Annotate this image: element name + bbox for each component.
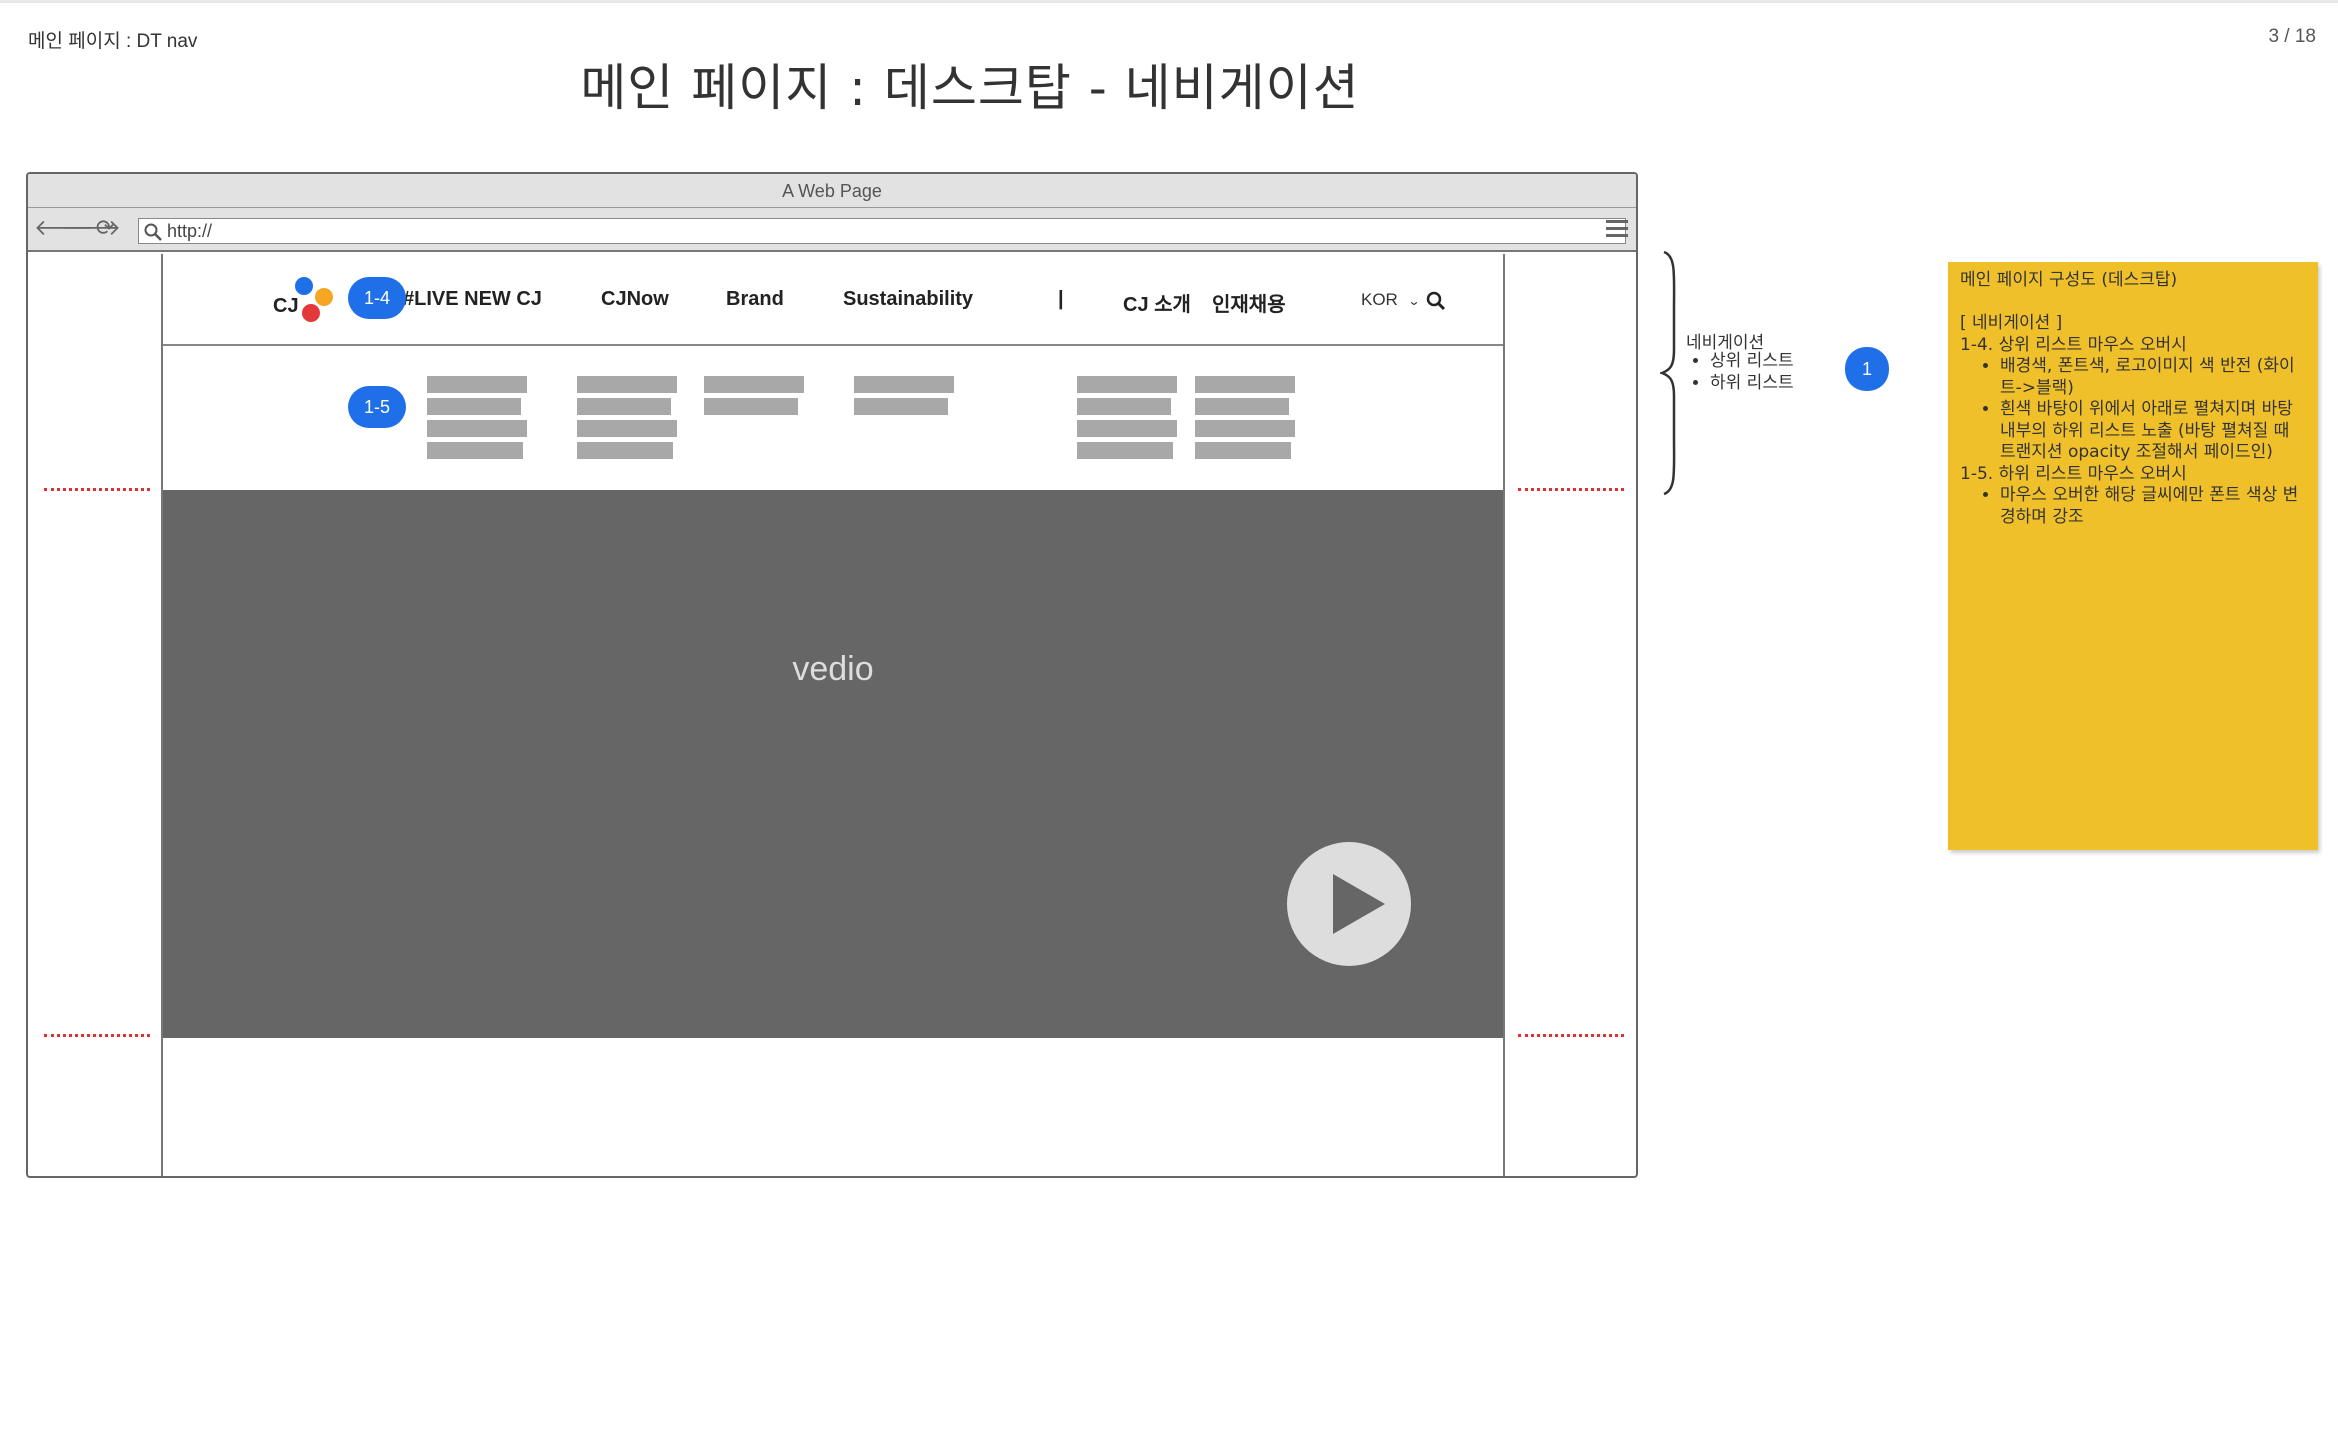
forward-arrow-icon[interactable]: 🡒 <box>62 216 121 242</box>
language-label: KOR <box>1361 290 1398 309</box>
submenu-item[interactable] <box>577 442 673 459</box>
search-icon[interactable] <box>1425 290 1447 312</box>
submenu-item[interactable] <box>1077 376 1177 393</box>
guide-marker <box>1518 1034 1624 1037</box>
submenu-item[interactable] <box>704 398 798 415</box>
submenu-item[interactable] <box>1195 376 1295 393</box>
browser-toolbar: 🡐 🡒 ⟳ http:// <box>28 208 1636 252</box>
nav-recruit[interactable]: 인재채용 <box>1212 288 1286 317</box>
curly-brace-icon <box>1660 250 1676 496</box>
submenu-item[interactable] <box>704 376 804 393</box>
nav-live-new-cj[interactable]: #LIVE NEW CJ <box>403 288 542 311</box>
note-bullet: 흰색 바탕이 위에서 아래로 펼쳐지며 바탕 내부의 하위 리스트 노출 (바탕… <box>2000 399 2306 464</box>
badge-section: 1 <box>1845 347 1889 391</box>
chevron-down-icon: ⌄ <box>1407 294 1421 308</box>
badge-top-list: 1-4 <box>348 277 406 319</box>
guide-marker <box>1518 488 1624 491</box>
submenu-item[interactable] <box>577 376 677 393</box>
menu-icon[interactable] <box>1606 220 1628 240</box>
note-heading: 메인 페이지 구성도 (데스크탑) <box>1960 270 2178 290</box>
badge-sub-list: 1-5 <box>348 386 406 428</box>
note-bullet-list: 배경색, 폰트색, 로고이미지 색 반전 (화이트->블랙) 흰색 바탕이 위에… <box>1960 356 2306 464</box>
nav-cj-about[interactable]: CJ 소개 <box>1123 288 1191 317</box>
nav-divider: | <box>1058 288 1064 310</box>
logo-text: CJ <box>273 295 299 317</box>
play-button-icon[interactable] <box>1287 842 1411 966</box>
page-number: 3 / 18 <box>2268 26 2316 47</box>
submenu-item[interactable] <box>1077 442 1173 459</box>
nav-brand[interactable]: Brand <box>726 288 784 311</box>
guide-marker <box>44 488 150 491</box>
submenu-item[interactable] <box>577 420 677 437</box>
submenu-item[interactable] <box>1195 398 1289 415</box>
submenu-item[interactable] <box>854 376 954 393</box>
note-bullet: 배경색, 폰트색, 로고이미지 색 반전 (화이트->블랙) <box>2000 356 2306 399</box>
submenu-item[interactable] <box>427 442 523 459</box>
video-label: vedio <box>792 650 874 688</box>
submenu-item[interactable] <box>427 376 527 393</box>
sticky-note: 메인 페이지 구성도 (데스크탑) [ 네비게이션 ] 1-4. 상위 리스트 … <box>1948 262 2318 850</box>
note-section: [ 네비게이션 ] <box>1960 313 2063 333</box>
annotation-list: 상위 리스트 하위 리스트 <box>1710 350 1794 394</box>
annotation-item: 하위 리스트 <box>1710 372 1794 394</box>
page-title: 메인 페이지 : 데스크탑 - 네비게이션 <box>580 59 1360 117</box>
back-arrow-icon[interactable]: 🡐 <box>34 216 93 242</box>
submenu-item[interactable] <box>854 398 948 415</box>
guide-marker <box>44 1034 150 1037</box>
submenu-item[interactable] <box>1195 442 1291 459</box>
url-text: http:// <box>167 221 213 241</box>
annotation-item: 상위 리스트 <box>1710 350 1794 372</box>
submenu-item[interactable] <box>1195 420 1295 437</box>
nav-sustainability[interactable]: Sustainability <box>843 288 973 311</box>
submenu-item[interactable] <box>427 420 527 437</box>
note-bullet-list: 마우스 오버한 해당 글씨에만 폰트 색상 변경하며 강조 <box>1960 485 2306 528</box>
address-bar[interactable]: http:// <box>138 218 1626 244</box>
video-area: vedio <box>163 490 1503 1038</box>
submenu-item[interactable] <box>1077 420 1177 437</box>
submenu-item[interactable] <box>577 398 671 415</box>
note-spacer <box>1960 292 2306 314</box>
note-bullet: 마우스 오버한 해당 글씨에만 폰트 색상 변경하며 강조 <box>2000 485 2306 528</box>
language-selector[interactable]: KOR ⌄ <box>1361 290 1421 310</box>
reload-icon[interactable]: ⟳ <box>92 216 118 242</box>
nav-cjnow[interactable]: CJNow <box>601 288 669 311</box>
submenu-item[interactable] <box>427 398 521 415</box>
browser-window: A Web Page 🡐 🡒 ⟳ http:// CJ #LIVE NEW CJ… <box>26 172 1638 1178</box>
note-item-title: 1-4. 상위 리스트 마우스 오버시 <box>1960 334 2187 355</box>
submenu-item[interactable] <box>1077 398 1171 415</box>
cj-logo-icon[interactable]: CJ <box>273 272 343 328</box>
window-title: A Web Page <box>28 174 1636 208</box>
top-rule <box>0 0 2338 3</box>
search-icon <box>144 223 162 241</box>
note-item-title: 1-5. 하위 리스트 마우스 오버시 <box>1960 463 2187 484</box>
